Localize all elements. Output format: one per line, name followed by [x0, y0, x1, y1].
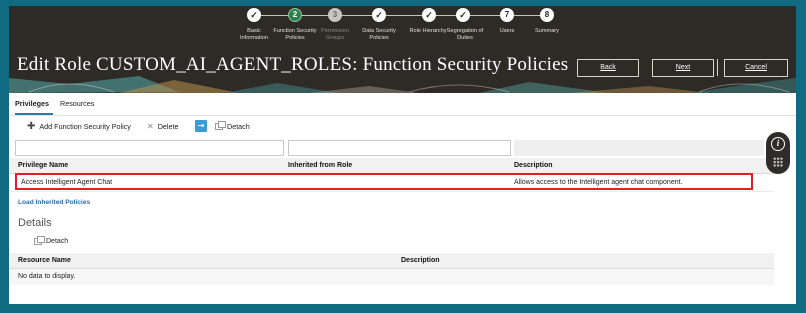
train-connector — [386, 15, 423, 16]
resources-table-header: Resource Name Description — [9, 253, 774, 269]
empty-row: No data to display. — [9, 269, 774, 285]
train-label-data-security-policies: Data Security Policies — [362, 28, 396, 41]
back-button[interactable]: Back — [577, 59, 639, 77]
add-label: Add Function Security Policy — [39, 121, 131, 131]
close-icon: ✕ — [147, 121, 154, 131]
filter-inherited-from-role[interactable] — [288, 140, 511, 156]
freeze-button[interactable]: ⇥ — [195, 118, 211, 134]
train-label-permission-groups: Permission Groups — [321, 28, 349, 41]
help-widget[interactable]: i — [766, 132, 790, 174]
train-stop-data-security-policies[interactable]: ✓ — [372, 8, 386, 22]
header-banner: ✓ 2 3 ✓ ✓ ✓ 7 8 Basic Information Functi… — [9, 6, 796, 93]
cancel-button[interactable]: Cancel — [724, 59, 788, 77]
train-stop-permission-groups: 3 — [328, 8, 342, 22]
train-connector — [470, 15, 501, 16]
delete-button[interactable]: ✕ Delete — [147, 118, 178, 134]
train-stop-basic-information[interactable]: ✓ — [247, 8, 261, 22]
train-connector — [261, 15, 289, 16]
active-tab-indicator — [15, 113, 53, 115]
next-button[interactable]: Next — [652, 59, 714, 77]
tab-bar: Privileges Resources — [9, 93, 796, 116]
train-connector — [514, 15, 541, 16]
detach-icon — [34, 236, 45, 245]
header-divider — [717, 59, 718, 76]
highlight-box — [15, 173, 753, 190]
progress-train: ✓ 2 3 ✓ ✓ ✓ 7 8 Basic Information Functi… — [9, 6, 796, 46]
privileges-table-header: Privilege Name Inherited from Role Descr… — [9, 158, 774, 174]
train-stop-role-hierarchy[interactable]: ✓ — [422, 8, 436, 22]
filter-description-disabled — [514, 140, 764, 156]
add-function-security-policy-button[interactable]: ✚ Add Function Security Policy — [27, 118, 131, 134]
train-connector — [302, 15, 329, 16]
detach-icon — [215, 120, 226, 130]
train-connector — [342, 15, 373, 16]
empty-message: No data to display. — [18, 273, 76, 280]
train-stop-users[interactable]: 7 — [500, 8, 514, 22]
column-inherited-from-role[interactable]: Inherited from Role — [288, 162, 352, 169]
plus-icon: ✚ — [27, 120, 36, 132]
column-privilege-name[interactable]: Privilege Name — [18, 162, 68, 169]
column-description[interactable]: Description — [514, 162, 553, 169]
tab-resources[interactable]: Resources — [60, 99, 94, 108]
details-detach-button[interactable]: Detach — [34, 236, 69, 245]
page-title: Edit Role CUSTOM_AI_AGENT_ROLES: Functio… — [17, 54, 569, 75]
detach-label: Detach — [227, 121, 250, 131]
filter-privilege-name[interactable] — [15, 140, 284, 156]
delete-label: Delete — [157, 121, 179, 131]
grid-dots-icon[interactable] — [773, 157, 783, 167]
train-label-basic-information: Basic Information — [240, 28, 268, 41]
train-stop-summary[interactable]: 8 — [540, 8, 554, 22]
app-window: ✓ 2 3 ✓ ✓ ✓ 7 8 Basic Information Functi… — [9, 6, 796, 304]
freeze-columns-icon: ⇥ — [195, 120, 207, 132]
tab-privileges[interactable]: Privileges — [15, 99, 49, 108]
train-stop-function-security-policies[interactable]: 2 — [288, 8, 302, 22]
column-resource-description[interactable]: Description — [401, 257, 440, 264]
details-heading: Details — [18, 217, 52, 229]
train-label-function-security-policies: Function Security Policies — [273, 28, 317, 41]
column-resource-name[interactable]: Resource Name — [18, 257, 71, 264]
load-inherited-policies-link[interactable]: Load Inherited Policies — [18, 199, 90, 206]
train-connector — [436, 15, 457, 16]
train-label-summary: Summary — [535, 28, 559, 34]
detach-button[interactable]: Detach — [215, 118, 250, 134]
details-detach-label: Detach — [46, 238, 69, 245]
info-icon[interactable]: i — [771, 137, 785, 151]
train-stop-segregation-of-duties[interactable]: ✓ — [456, 8, 470, 22]
